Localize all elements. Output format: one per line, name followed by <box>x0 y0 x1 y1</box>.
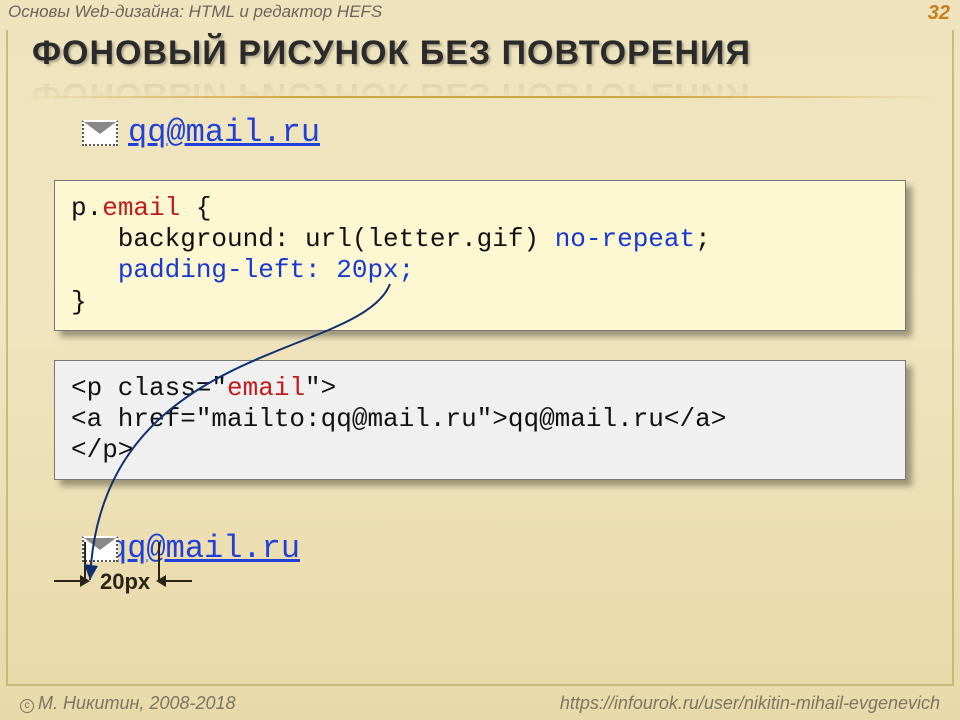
envelope-icon <box>82 536 118 562</box>
rendered-example-bottom: qq@mail.ru <box>82 530 300 567</box>
html-code-block: <p class="email"> <a href="mailto:qq@mai… <box>54 360 906 480</box>
code-text: padding-left: 20px; <box>118 255 414 285</box>
code-text: <p class=" <box>71 373 227 403</box>
email-link[interactable]: qq@mail.ru <box>128 114 320 151</box>
code-text: "> <box>305 373 336 403</box>
code-text <box>71 255 118 285</box>
code-text: </p> <box>71 435 133 465</box>
code-text: ; <box>695 224 711 254</box>
email-link[interactable]: qq@mail.ru <box>108 530 300 567</box>
code-text: email <box>102 193 180 223</box>
footer-url: https://infourok.ru/user/nikitin-mihail-… <box>560 693 940 714</box>
measure-label: 20px <box>100 569 150 595</box>
slide-heading-reflection: ФОНОВЫЙ РИСУНОК БЕЗ ПОВТОРЕНИЯ <box>32 76 751 111</box>
slide-number: 32 <box>928 2 950 25</box>
rendered-example-top: qq@mail.ru <box>82 114 320 151</box>
envelope-icon <box>82 120 118 146</box>
footer-author: c М. Никитин, 2008-2018 <box>20 693 236 714</box>
code-text: email <box>227 373 305 403</box>
arrow-left-icon <box>158 580 192 582</box>
code-text: <a href="mailto:qq@mail.ru">qq@mail.ru</… <box>71 404 726 434</box>
copyright-icon: c <box>20 699 34 713</box>
code-text: no-repeat <box>555 224 695 254</box>
slide-heading: ФОНОВЫЙ РИСУНОК БЕЗ ПОВТОРЕНИЯ <box>32 34 751 73</box>
code-text: p. <box>71 193 102 223</box>
footer-author-text: М. Никитин, 2008-2018 <box>38 693 236 713</box>
css-code-block: p.email { background: url(letter.gif) no… <box>54 180 906 331</box>
course-title: Основы Web-дизайна: HTML и редактор HEFS <box>8 2 952 22</box>
code-text: { <box>180 193 211 223</box>
heading-rule <box>16 96 944 98</box>
slide-page: Основы Web-дизайна: HTML и редактор HEFS… <box>0 0 960 720</box>
code-text: background: url(letter.gif) <box>71 224 555 254</box>
arrow-right-icon <box>54 580 88 582</box>
code-text: } <box>71 287 87 317</box>
